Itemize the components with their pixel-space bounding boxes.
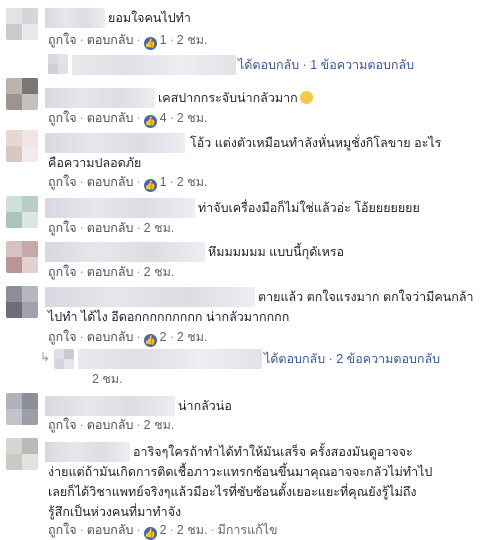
reply-link[interactable]: ตอบกลับ [87,418,134,432]
like-count-icon: 👍 [143,179,157,192]
comment-text: อาริจๆใครถ้าทำได้ทำให้มันเสร็จ ครั้งสองม… [133,445,413,459]
comment-text: ไปทำ ได้ไง อีดอกกกกกกกกก น่ากลัวมากกกก [48,310,290,324]
timestamp[interactable]: 2 ชม. [177,330,208,344]
like-link[interactable]: ถูกใจ [48,418,77,432]
comment-text: หึมมมมมม แบบนี้กุดัเหรอ [208,245,345,259]
like-count-icon: 👍 [143,527,157,540]
commenter-name[interactable] [45,8,105,28]
commenter-name[interactable] [45,396,175,416]
like-link[interactable]: ถูกใจ [48,330,77,344]
avatar [54,349,74,369]
comment-text: โอ้ว แต่งตัวเหมือนทำลังหั่นหมูชั่งกิโลขา… [190,136,442,150]
view-replies-link[interactable]: ได้ตอบกลับ · 2 ข้อความตอบกลับ [264,349,440,369]
replier-name[interactable] [72,55,236,75]
reply-link[interactable]: ตอบกลับ [87,330,134,344]
avatar[interactable] [6,196,38,228]
reply-arrow-icon: ↳ [40,350,51,364]
avatar[interactable] [6,438,38,470]
timestamp[interactable]: 2 ชม. [177,111,208,125]
like-link[interactable]: ถูกใจ [48,175,77,189]
comment-actions: ถูกใจ · ตอบกลับ · 👍 1 · 2 ชม. [48,175,208,192]
like-count-icon: 👍 [143,334,157,347]
like-count-icon: 👍 [143,37,157,50]
like-link[interactable]: ถูกใจ [48,221,77,235]
avatar[interactable] [6,130,38,162]
avatar[interactable] [6,8,38,40]
avatar [48,54,68,74]
comment-text: คือความปลอดภัย [48,156,142,170]
reply-link[interactable]: ตอบกลับ [87,33,134,47]
timestamp[interactable]: 2 ชม. [144,418,175,432]
reply-link[interactable]: ตอบกลับ [87,175,134,189]
timestamp[interactable]: 2 ชม. [177,523,208,537]
comment-actions: ถูกใจ · ตอบกลับ · 2 ชม. [48,265,175,279]
like-count-icon: 👍 [143,115,157,128]
like-link[interactable]: ถูกใจ [48,33,77,47]
like-count[interactable]: 1 [160,33,167,47]
timestamp[interactable]: 2 ชม. [177,33,208,47]
like-count[interactable]: 1 [160,175,167,189]
comment-text: เลยก็ได้วิชาแพทย์จริงๆแล้วมีอะไรที่ซับซ้… [48,485,417,499]
comment-actions: ถูกใจ · ตอบกลับ · 👍 1 · 2 ชม. [48,33,208,50]
avatar[interactable] [6,393,38,425]
avatar[interactable] [6,78,38,110]
comment-actions: ถูกใจ · ตอบกลับ · 2 ชม. [48,418,175,432]
comment-text: เคสปากกระจับน่ากลัวมาก [158,88,313,108]
comment-text: ตายแล้ว ตกใจแรงมาก ตกใจว่ามีคนกล้า [258,290,474,304]
comment-actions: ถูกใจ · ตอบกลับ · 👍 4 · 2 ชม. [48,111,208,128]
laughing-emoji-icon [299,91,313,104]
commenter-name[interactable] [45,442,130,462]
commenter-name[interactable] [45,88,155,108]
like-count[interactable]: 2 [160,330,167,344]
timestamp[interactable]: 2 ชม. [177,175,208,189]
avatar[interactable] [6,286,38,318]
replier-name[interactable] [78,349,262,369]
reply-timestamp[interactable]: 2 ชม. [92,370,123,388]
comment-text: ยอมใจคนไปทำ [108,11,191,25]
comment-thread: ยอมใจคนไปทำ ถูกใจ · ตอบกลับ · 👍 1 · 2 ชม. ได้ตอ… [0,0,480,540]
commenter-name[interactable] [45,133,185,153]
like-count[interactable]: 2 [160,523,167,537]
comment-text: รู้สึกเป็นห่วงคนที่มาทำจัง [48,505,182,519]
avatar[interactable] [6,241,38,273]
commenter-name[interactable] [45,198,195,218]
reply-link[interactable]: ตอบกลับ [87,111,134,125]
comment-actions: ถูกใจ · ตอบกลับ · 2 ชม. [48,221,175,235]
reply-link[interactable]: ตอบกลับ [87,523,134,537]
comment-text: น่ากลัวน่อ [178,399,232,413]
comment-text: ง่ายแต่ถ้ามันเกิดการติดเชื้อภาวะแทรกซ้อน… [48,465,433,479]
like-link[interactable]: ถูกใจ [48,523,77,537]
reply-link[interactable]: ตอบกลับ [87,265,134,279]
like-link[interactable]: ถูกใจ [48,111,77,125]
edited-label[interactable]: มีการแก้ไข [218,523,278,537]
comment-actions: ถูกใจ · ตอบกลับ · 👍 2 · 2 ชม. [48,330,208,347]
commenter-name[interactable] [45,287,255,307]
timestamp[interactable]: 2 ชม. [144,221,175,235]
like-link[interactable]: ถูกใจ [48,265,77,279]
view-replies-link[interactable]: ได้ตอบกลับ · 1 ข้อความตอบกลับ [238,55,414,75]
like-count[interactable]: 4 [160,111,167,125]
reply-link[interactable]: ตอบกลับ [87,221,134,235]
comment-text: ท่าจับเครื่องมือก็ไม่ใช่แล้วอ่ะ โอ้ยยยยย… [198,201,420,215]
timestamp[interactable]: 2 ชม. [144,265,175,279]
commenter-name[interactable] [45,242,205,262]
comment-actions: ถูกใจ · ตอบกลับ · 👍 2 · 2 ชม. · มีการแก้ไข [48,523,278,540]
